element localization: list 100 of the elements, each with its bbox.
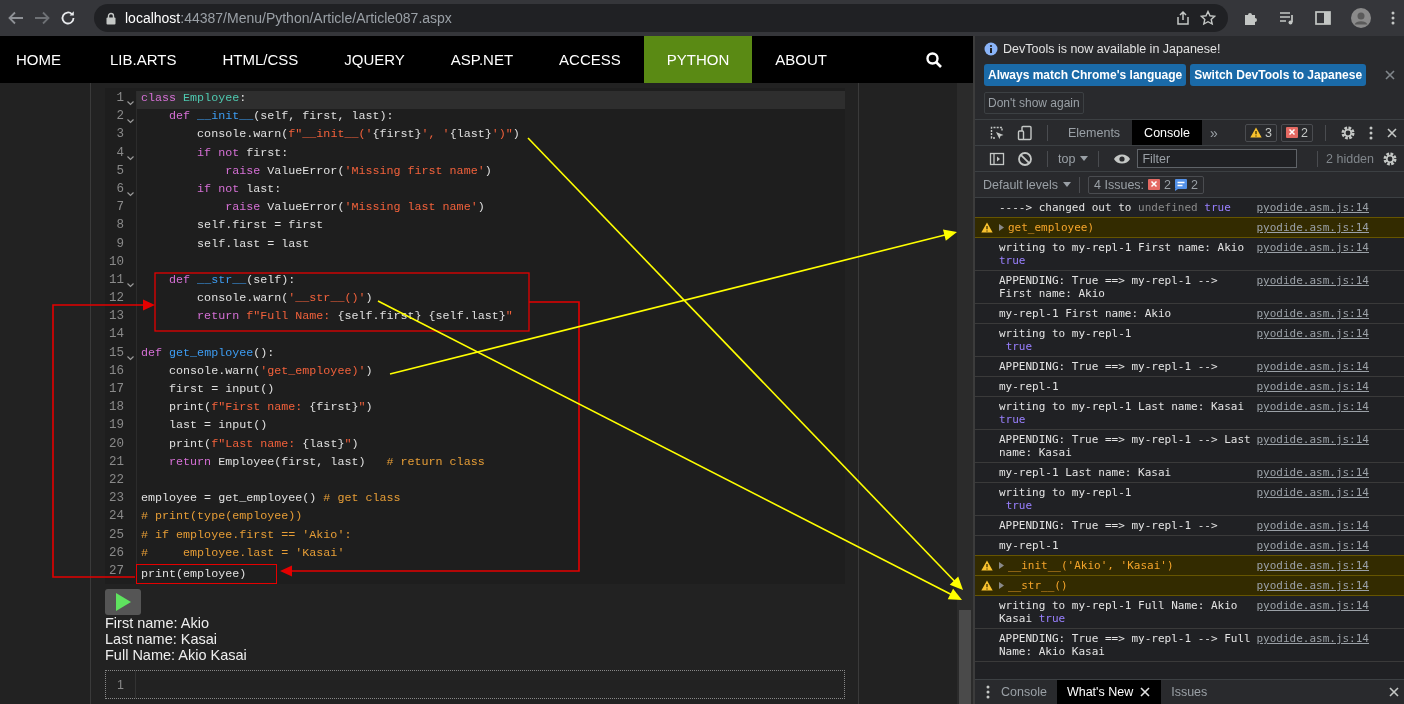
warning-icon bbox=[981, 580, 993, 591]
log-levels-dropdown[interactable]: Default levels bbox=[983, 177, 1072, 192]
source-link[interactable]: pyodide.asm.js:14 bbox=[1256, 307, 1369, 320]
source-link[interactable]: pyodide.asm.js:14 bbox=[1256, 632, 1369, 645]
fold-chevron-icon[interactable] bbox=[126, 192, 134, 198]
line-number: 20 bbox=[108, 436, 124, 453]
fold-chevron-icon[interactable] bbox=[126, 355, 134, 361]
run-button[interactable] bbox=[105, 589, 141, 616]
expand-triangle-icon[interactable] bbox=[999, 582, 1004, 589]
source-link[interactable]: pyodide.asm.js:14 bbox=[1256, 400, 1369, 413]
more-options-icon[interactable] bbox=[985, 684, 991, 700]
message-icon bbox=[1175, 178, 1188, 191]
line-number: 10 bbox=[108, 254, 124, 271]
context-dropdown[interactable]: top bbox=[1056, 151, 1091, 166]
nav-link[interactable]: PYTHON bbox=[643, 36, 753, 83]
line-number: 27 bbox=[108, 563, 124, 580]
close-icon[interactable] bbox=[1139, 686, 1152, 698]
source-link[interactable]: pyodide.asm.js:14 bbox=[1256, 519, 1369, 532]
source-link[interactable]: pyodide.asm.js:14 bbox=[1256, 559, 1369, 572]
star-icon[interactable] bbox=[1200, 10, 1216, 26]
source-link[interactable]: pyodide.asm.js:14 bbox=[1256, 201, 1369, 214]
fold-chevron-icon[interactable] bbox=[126, 283, 134, 289]
errors-badge[interactable]: 2 bbox=[1281, 123, 1313, 142]
error-icon bbox=[1286, 126, 1299, 139]
address-bar[interactable]: localhost:44387/Menu/Python/Article/Article087.aspx bbox=[94, 4, 1228, 32]
filter-field[interactable]: Filter bbox=[1137, 149, 1298, 168]
close-icon[interactable] bbox=[1388, 686, 1400, 698]
language-button[interactable]: Switch DevTools to Japanese bbox=[1190, 64, 1367, 86]
console-message: APPENDING: True ==> my-repl-1 --> First name: Akio bbox=[999, 274, 1219, 300]
nav-link[interactable]: HTML/CSS bbox=[199, 36, 322, 83]
code-line: def get_employee(): bbox=[141, 345, 275, 362]
infobar-message: DevTools is now available in Japanese! bbox=[1003, 42, 1221, 56]
more-options-icon[interactable] bbox=[1368, 124, 1374, 141]
source-link[interactable]: pyodide.asm.js:14 bbox=[1256, 599, 1369, 612]
code-line: employee = get_employee() # get class bbox=[141, 491, 401, 508]
code-line: print(f"Last name: {last}") bbox=[168, 436, 359, 453]
console-message: my-repl-1 bbox=[999, 539, 1060, 552]
code-editor[interactable]: 1 bbox=[105, 670, 845, 700]
search-icon[interactable] bbox=[925, 50, 943, 69]
expand-triangle-icon[interactable] bbox=[999, 562, 1004, 569]
line-number: 19 bbox=[108, 418, 124, 435]
source-link[interactable]: pyodide.asm.js:14 bbox=[1256, 360, 1369, 373]
more-tabs-button[interactable]: » bbox=[1202, 124, 1226, 141]
code-line: raise ValueError('Missing first name') bbox=[224, 163, 492, 180]
console-message: APPENDING: True ==> my-repl-1 --> bbox=[999, 360, 1219, 373]
nav-link[interactable]: LIB.ARTS bbox=[87, 36, 200, 83]
settings-icon[interactable] bbox=[1382, 150, 1398, 167]
code-line: if not last: bbox=[196, 181, 282, 198]
code-line: raise ValueError('Missing last name') bbox=[224, 200, 485, 217]
fold-chevron-icon[interactable] bbox=[126, 101, 134, 107]
console-message: my-repl-1 bbox=[999, 380, 1060, 393]
console-message: writing to my-repl-1 First name: Akio true bbox=[999, 241, 1246, 267]
dismiss-button[interactable]: Don't show again bbox=[984, 92, 1084, 114]
source-link[interactable]: pyodide.asm.js:14 bbox=[1256, 486, 1369, 499]
inspect-element-icon[interactable] bbox=[989, 124, 1005, 141]
nav-link[interactable]: JQUERY bbox=[321, 36, 428, 83]
avatar-icon[interactable] bbox=[1350, 7, 1372, 29]
nav-link[interactable]: ABOUT bbox=[752, 36, 850, 83]
devtools-tab[interactable]: Elements bbox=[1056, 120, 1133, 145]
drawer-tab[interactable]: Console bbox=[991, 680, 1057, 704]
source-link[interactable]: pyodide.asm.js:14 bbox=[1256, 433, 1369, 446]
nav-link[interactable]: ACCESS bbox=[536, 36, 644, 83]
console-message: APPENDING: True ==> my-repl-1 --> Full Name: Akio Kasai bbox=[999, 632, 1251, 658]
source-link[interactable]: pyodide.asm.js:14 bbox=[1256, 327, 1369, 340]
hidden-count: 2 hidden bbox=[1326, 151, 1374, 166]
sidebar-toggle-icon[interactable] bbox=[989, 150, 1005, 167]
drawer-tab[interactable]: What's New bbox=[1056, 680, 1162, 704]
nav-link[interactable]: ASP.NET bbox=[427, 36, 537, 83]
scrollbar-thumb[interactable] bbox=[959, 610, 971, 704]
issues-button[interactable]: 4 Issues: 2 2 bbox=[1088, 175, 1204, 194]
console-message: get_employee) bbox=[1008, 221, 1096, 234]
share-icon[interactable] bbox=[1175, 10, 1191, 26]
device-toolbar-icon[interactable] bbox=[1017, 124, 1033, 141]
info-icon bbox=[984, 42, 998, 56]
fold-chevron-icon[interactable] bbox=[126, 155, 134, 161]
more-options-icon[interactable] bbox=[1390, 10, 1396, 26]
language-button[interactable]: Always match Chrome's language bbox=[984, 64, 1187, 86]
console-message: writing to my-repl-1 Full Name: Akio Kasai true bbox=[999, 599, 1239, 625]
source-link[interactable]: pyodide.asm.js:14 bbox=[1256, 274, 1369, 287]
settings-icon[interactable] bbox=[1340, 124, 1356, 141]
warnings-badge[interactable]: 3 bbox=[1245, 123, 1278, 142]
nav-link[interactable]: HOME bbox=[0, 36, 87, 83]
fold-chevron-icon[interactable] bbox=[126, 119, 134, 125]
close-icon[interactable] bbox=[1386, 126, 1398, 139]
source-link[interactable]: pyodide.asm.js:14 bbox=[1256, 466, 1369, 479]
expand-triangle-icon[interactable] bbox=[999, 224, 1004, 231]
drawer-tab[interactable]: Issues bbox=[1161, 680, 1218, 704]
playlist-icon[interactable] bbox=[1278, 9, 1296, 27]
source-link[interactable]: pyodide.asm.js:14 bbox=[1256, 579, 1369, 592]
source-link[interactable]: pyodide.asm.js:14 bbox=[1256, 221, 1369, 234]
side-panel-icon[interactable] bbox=[1314, 9, 1332, 27]
clear-console-icon[interactable] bbox=[1017, 150, 1033, 167]
source-link[interactable]: pyodide.asm.js:14 bbox=[1256, 539, 1369, 552]
devtools-tab[interactable]: Console bbox=[1132, 120, 1202, 145]
line-number: 24 bbox=[108, 509, 124, 526]
output-line: Last name: Kasai bbox=[105, 631, 219, 648]
source-link[interactable]: pyodide.asm.js:14 bbox=[1256, 241, 1369, 254]
eye-icon[interactable] bbox=[1113, 152, 1132, 165]
error-icon bbox=[1148, 178, 1161, 191]
source-link[interactable]: pyodide.asm.js:14 bbox=[1256, 380, 1369, 393]
